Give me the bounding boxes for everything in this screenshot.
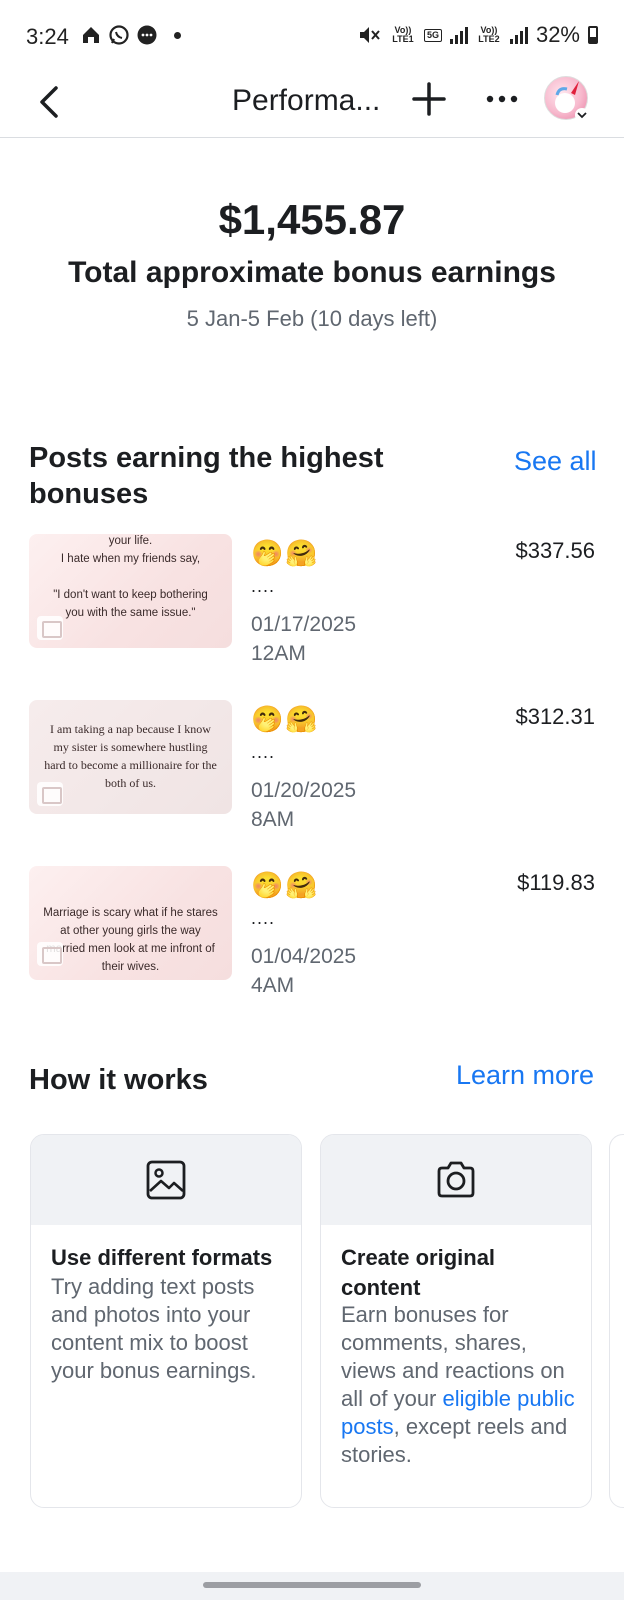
mute-icon [359, 27, 380, 43]
battery-icon [588, 26, 598, 44]
post-bonus-amount: $312.31 [515, 704, 595, 729]
post-thumbnail[interactable]: I am taking a nap because I know my sist… [29, 700, 232, 814]
post-caption: .... [251, 742, 276, 762]
notification-dot [174, 31, 181, 39]
image-icon [37, 782, 63, 806]
post-caption: .... [251, 908, 276, 928]
post-date: 01/20/2025 8AM [251, 776, 356, 834]
post-caption: .... [251, 576, 276, 596]
home-indicator[interactable] [203, 1582, 421, 1588]
post-thumbnail[interactable]: Marriage is scary what if he stares at o… [29, 866, 232, 980]
learn-more-link[interactable]: Learn more [456, 1060, 594, 1091]
image-icon [37, 942, 63, 966]
post-date-time: 8AM [251, 808, 295, 831]
post-thumbnail-text: I am taking a nap because I know my sist… [44, 722, 217, 790]
post-thumbnail-text: your life. I hate when my friends say, "… [53, 535, 208, 619]
status-bar: 3:24 Vo)) LTE1 5G Vo)) LTE2 32% [0, 0, 624, 72]
tip-card-title: Use different formats [51, 1245, 273, 1270]
post-emojis: 🤭🤗 [251, 538, 320, 568]
tip-card-formats[interactable]: Use different formats Try adding text po… [30, 1134, 302, 1508]
tip-card-original-content[interactable]: Create original content Earn bonuses for… [320, 1134, 592, 1508]
post-emojis: 🤭🤗 [251, 870, 320, 900]
chevron-down-icon[interactable] [575, 108, 589, 122]
how-it-works-title: How it works [29, 1064, 208, 1096]
tip-card-header [321, 1135, 591, 1225]
plus-button[interactable] [410, 80, 448, 118]
post-emojis: 🤭🤗 [251, 704, 320, 734]
battery-percent: 32% [535, 22, 580, 47]
status-time: 3:24 [26, 24, 69, 49]
tip-card-body: Try adding text posts and photos into yo… [51, 1274, 257, 1383]
messenger-icon [137, 25, 157, 45]
page-title: Performa... [232, 84, 381, 117]
post-thumbnail-text: Marriage is scary what if he stares at o… [43, 907, 218, 973]
camera-icon [437, 1161, 475, 1198]
post-date-day: 01/17/2025 [251, 613, 357, 636]
earnings-summary: $1,455.87 Total approximate bonus earnin… [0, 196, 624, 332]
post-date-day: 01/20/2025 [251, 779, 357, 802]
tip-card-body: Earn bonuses for comments, shares, views… [341, 1301, 575, 1469]
post-row[interactable]: Marriage is scary what if he stares at o… [29, 866, 595, 1006]
post-date-time: 12AM [251, 642, 306, 665]
post-date-time: 4AM [251, 974, 295, 997]
image-icon [146, 1160, 186, 1200]
back-button[interactable] [30, 82, 70, 122]
see-all-link[interactable]: See all [514, 446, 597, 477]
signal-bars-icon [509, 26, 528, 44]
network-lte1-label: Vo)) LTE1 [392, 25, 414, 44]
date-range: 5 Jan-5 Feb (10 days left) [186, 306, 438, 331]
signal-bars-icon [449, 26, 468, 44]
tip-card-next-peek[interactable] [609, 1134, 624, 1508]
post-row[interactable]: I am taking a nap because I know my sist… [29, 700, 595, 840]
app-header: Performa... [0, 72, 624, 138]
status-right-icons: Vo)) LTE1 5G Vo)) LTE2 32% [358, 22, 598, 48]
total-earnings-amount: $1,455.87 [218, 196, 406, 243]
tip-card-title: Create original content [341, 1245, 496, 1300]
more-options-button[interactable] [482, 80, 522, 118]
post-date: 01/17/2025 12AM [251, 610, 356, 668]
total-earnings-label: Total approximate bonus earnings [68, 256, 556, 289]
tip-card-header [31, 1135, 301, 1225]
status-notification-icons [80, 24, 181, 46]
post-bonus-amount: $337.56 [515, 538, 595, 563]
home-icon [83, 27, 99, 43]
top-posts-title: Posts earning the highest bonuses [29, 442, 384, 510]
post-row[interactable]: your life. I hate when my friends say, "… [29, 534, 595, 674]
whatsapp-icon [109, 25, 129, 45]
post-thumbnail[interactable]: your life. I hate when my friends say, "… [29, 534, 232, 648]
network-lte2-label: Vo)) LTE2 [478, 25, 500, 44]
post-date: 01/04/2025 4AM [251, 942, 356, 1000]
post-bonus-amount: $119.83 [517, 870, 595, 895]
post-date-day: 01/04/2025 [251, 945, 357, 968]
network-5g-label: 5G [423, 28, 442, 42]
image-icon [37, 616, 63, 640]
